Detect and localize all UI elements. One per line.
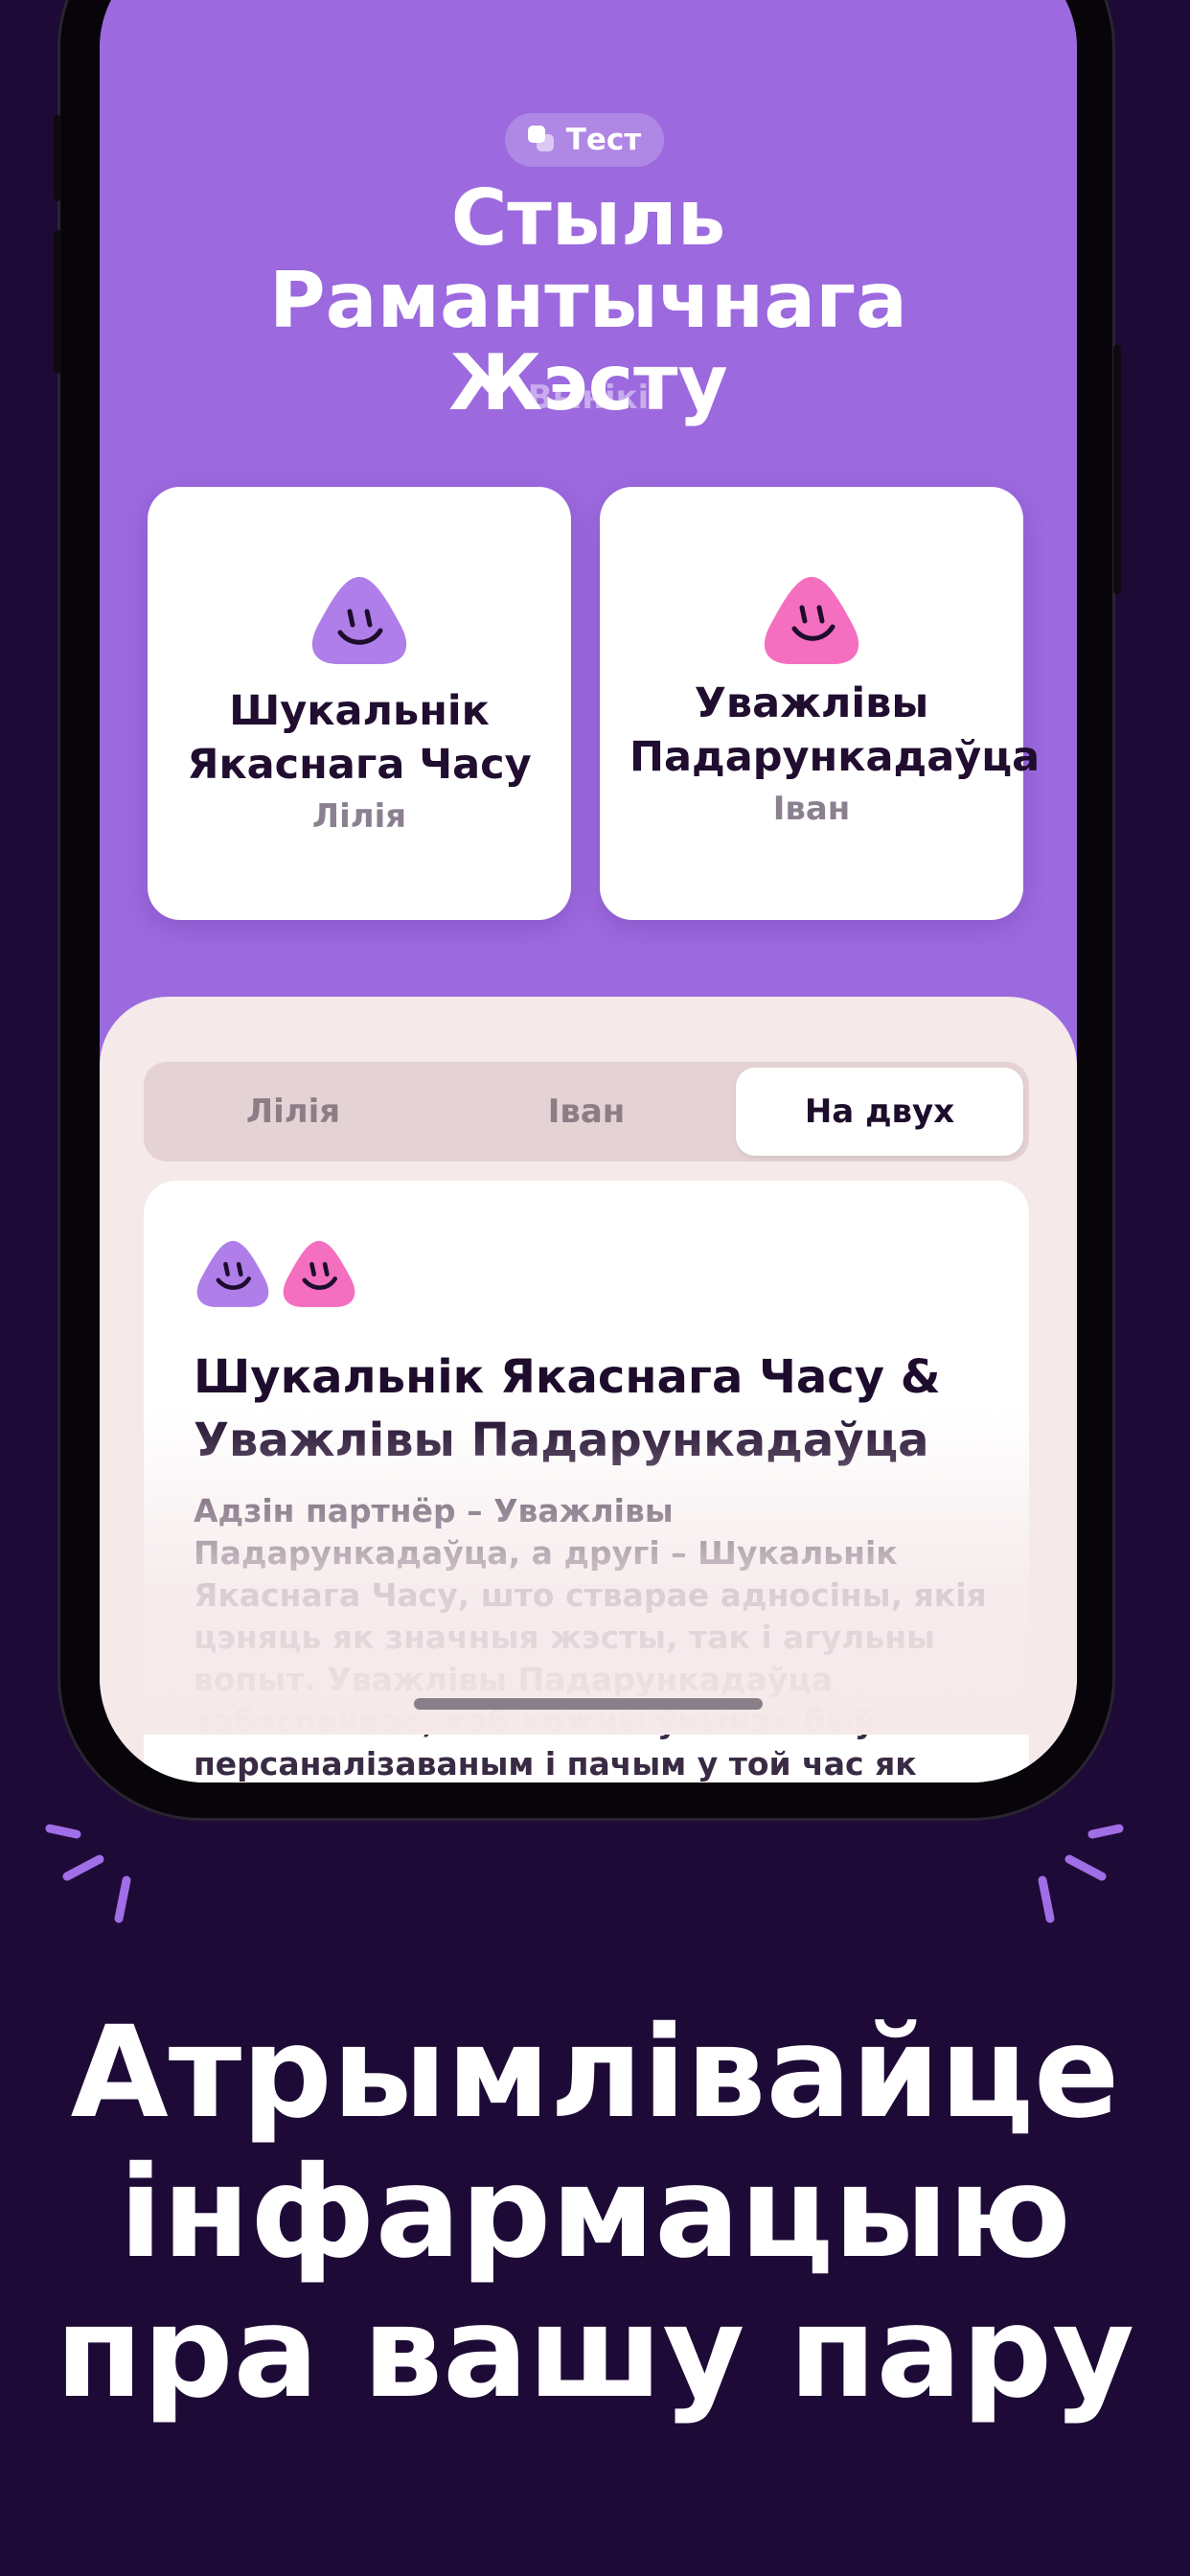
result-card-liliya[interactable]: Шукальнік Якаснага Часу Лілія <box>148 487 571 920</box>
sparkle-left-icon <box>45 1824 131 1923</box>
tab-liliya[interactable]: Лілія <box>149 1068 437 1156</box>
result-type-title: Уважлівы Падарункадаўца <box>629 679 1041 781</box>
result-card-ivan[interactable]: Уважлівы Падарункадаўца Іван <box>600 487 1041 920</box>
test-badge: Тест <box>505 113 664 167</box>
test-badge-label: Тест <box>565 123 642 157</box>
hero-section: Тест Стыль Рамантычнага Жэсту Вынікі Шук… <box>100 0 1077 1006</box>
phone-side-button <box>54 115 61 201</box>
couple-icons <box>194 1236 358 1311</box>
layers-icon <box>527 126 557 154</box>
pink-smiley-icon <box>283 1240 355 1307</box>
purple-smiley-icon <box>196 1240 269 1307</box>
results-subtitle: Вынікі <box>527 379 650 417</box>
partner-name: Лілія <box>311 797 407 836</box>
partner-name: Іван <box>772 790 851 828</box>
couple-description: Адзін партнёр – Уважлівы Падарункадаўца,… <box>194 1492 987 1782</box>
pink-smiley-icon <box>760 573 863 667</box>
tab-both[interactable]: На двух <box>736 1068 1023 1156</box>
promo-headline: Атрымлівайце інфармацыю пра вашу пару <box>55 1999 1135 2426</box>
sparkle-right-icon <box>1038 1824 1124 1923</box>
couple-type-title: Шукальнік Якаснага Часу & Уважлівы Падар… <box>194 1350 941 1467</box>
phone-screen: Тест Стыль Рамантычнага Жэсту Вынікі Шук… <box>100 0 1077 1782</box>
purple-smiley-icon <box>308 573 411 667</box>
home-indicator <box>414 1698 763 1710</box>
partner-segmented-control: Лілія Іван На двух <box>144 1062 1029 1162</box>
phone-side-button <box>54 230 61 374</box>
phone-side-button <box>1113 345 1121 594</box>
tab-ivan[interactable]: Іван <box>443 1068 730 1156</box>
couple-summary-card: Шукальнік Якаснага Часу & Уважлівы Падар… <box>144 1181 1029 1782</box>
result-type-title: Шукальнік Якаснага Часу <box>187 687 532 789</box>
